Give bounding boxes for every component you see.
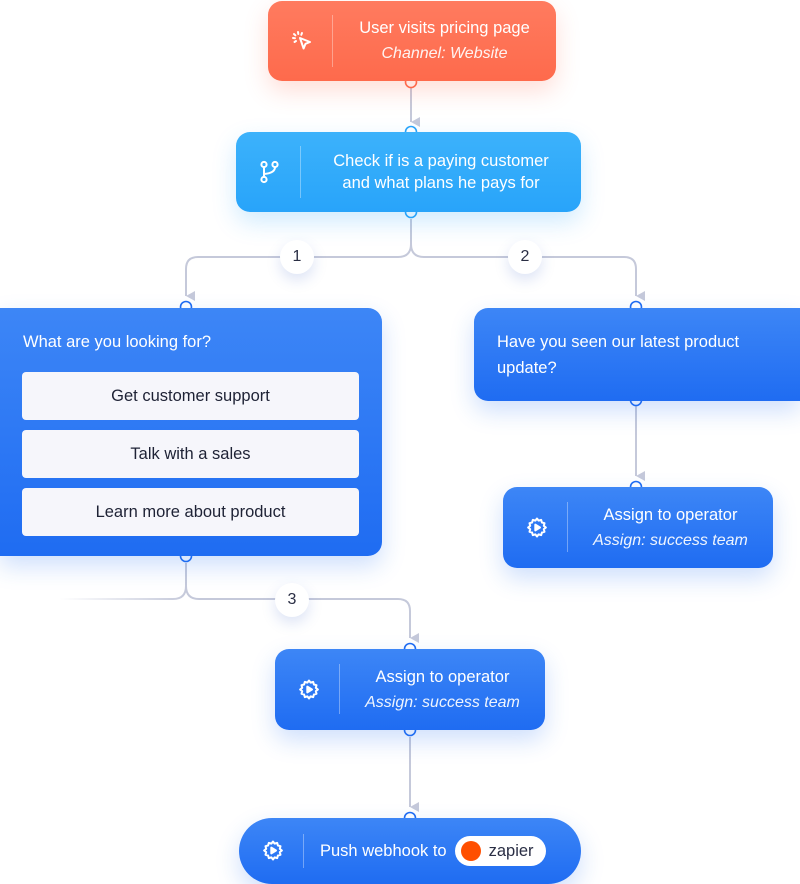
question-right-title: Have you seen our latest product update?	[497, 333, 740, 377]
assign-operator-node-right[interactable]: Assign to operator Assign: success team	[503, 487, 773, 568]
webhook-title: Push webhook to	[320, 842, 447, 860]
gear-play-icon	[253, 818, 293, 884]
gear-play-icon	[289, 649, 329, 730]
condition-text: Check if is a paying customer and what p…	[301, 132, 581, 212]
trigger-title: User visits pricing page	[359, 19, 530, 37]
condition-line2: and what plans he pays for	[342, 174, 540, 192]
trigger-text: User visits pricing page Channel: Websit…	[333, 1, 556, 81]
gear-play-icon	[517, 487, 557, 568]
edge-question-left-faded	[60, 563, 187, 600]
question-left-title: What are you looking for?	[23, 333, 212, 351]
zapier-label: zapier	[488, 841, 534, 860]
assign-center-text: Assign to operator Assign: success team	[340, 649, 545, 730]
question-node-left[interactable]: What are you looking for? Get customer s…	[0, 308, 382, 556]
condition-node[interactable]: Check if is a paying customer and what p…	[236, 132, 581, 212]
option-get-customer-support[interactable]: Get customer support	[22, 372, 359, 420]
assign-right-title: Assign to operator	[603, 505, 738, 524]
zapier-badge[interactable]: zapier	[454, 836, 546, 866]
push-webhook-node[interactable]: Push webhook to zapier	[239, 818, 581, 884]
condition-line1: Check if is a paying customer	[333, 152, 549, 170]
webhook-content: Push webhook to zapier	[320, 818, 546, 884]
cursor-click-icon	[282, 1, 322, 81]
option-talk-with-sales[interactable]: Talk with a sales	[22, 430, 359, 478]
trigger-subtitle: Channel: Website	[381, 45, 508, 62]
git-branch-icon	[250, 132, 290, 212]
divider	[303, 834, 304, 868]
assign-center-title: Assign to operator	[375, 667, 510, 686]
assign-operator-node-center[interactable]: Assign to operator Assign: success team	[275, 649, 545, 730]
workflow-canvas: User visits pricing page Channel: Websit…	[0, 0, 800, 884]
trigger-node[interactable]: User visits pricing page Channel: Websit…	[268, 1, 556, 81]
branch-badge-2[interactable]: 2	[508, 240, 542, 274]
assign-right-subtitle: Assign: success team	[593, 531, 748, 549]
branch-badge-1[interactable]: 1	[280, 240, 314, 274]
branch-badge-3[interactable]: 3	[275, 583, 309, 617]
assign-center-subtitle: Assign: success team	[365, 693, 520, 711]
assign-right-text: Assign to operator Assign: success team	[568, 487, 773, 568]
option-learn-more-product[interactable]: Learn more about product	[22, 488, 359, 536]
zapier-logo-icon	[460, 841, 481, 861]
question-node-right[interactable]: Have you seen our latest product update?	[474, 308, 800, 401]
